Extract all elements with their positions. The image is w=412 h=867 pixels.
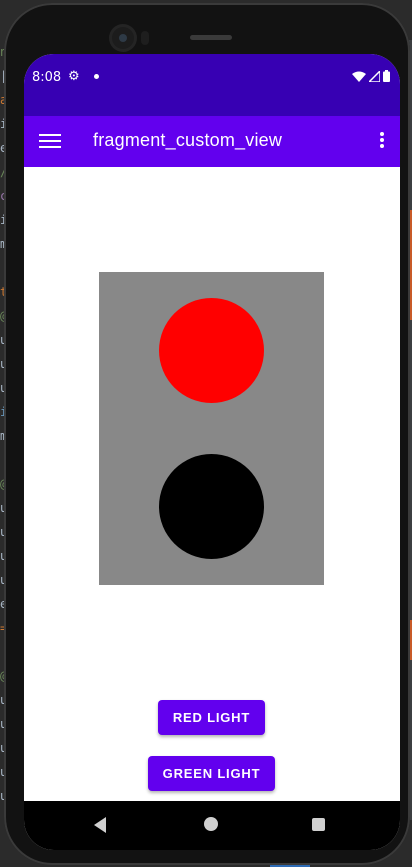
wifi-icon: [352, 71, 366, 82]
recents-icon[interactable]: [312, 818, 325, 831]
earpiece-speaker: [190, 35, 232, 40]
more-vert-icon[interactable]: [378, 131, 386, 153]
phone-screen: 8:08 ⚙ fragment_custom_view RED LIGHT GR…: [24, 54, 400, 850]
page-title: fragment_custom_view: [93, 130, 283, 150]
status-bar: 8:08 ⚙: [24, 54, 400, 116]
battery-icon: [383, 70, 390, 82]
back-icon[interactable]: [94, 817, 106, 833]
home-icon[interactable]: [204, 817, 218, 831]
traffic-light-view: [99, 272, 324, 585]
notification-dot-icon: [94, 74, 99, 79]
traffic-light-top-red: [159, 298, 264, 403]
red-light-button[interactable]: RED LIGHT: [158, 700, 265, 735]
settings-icon: ⚙: [68, 69, 80, 84]
traffic-light-bottom: [159, 454, 264, 559]
signal-icon: [369, 70, 380, 82]
status-time: 8:08: [32, 70, 62, 85]
status-icons: [352, 70, 390, 82]
green-light-button[interactable]: GREEN LIGHT: [148, 756, 275, 791]
system-nav-bar: [24, 801, 400, 850]
app-bar: fragment_custom_view: [24, 116, 400, 167]
phone-frame: 8:08 ⚙ fragment_custom_view RED LIGHT GR…: [4, 3, 410, 865]
hamburger-menu-icon[interactable]: [39, 131, 61, 151]
camera-icon: [112, 27, 134, 49]
sensor: [141, 31, 149, 45]
